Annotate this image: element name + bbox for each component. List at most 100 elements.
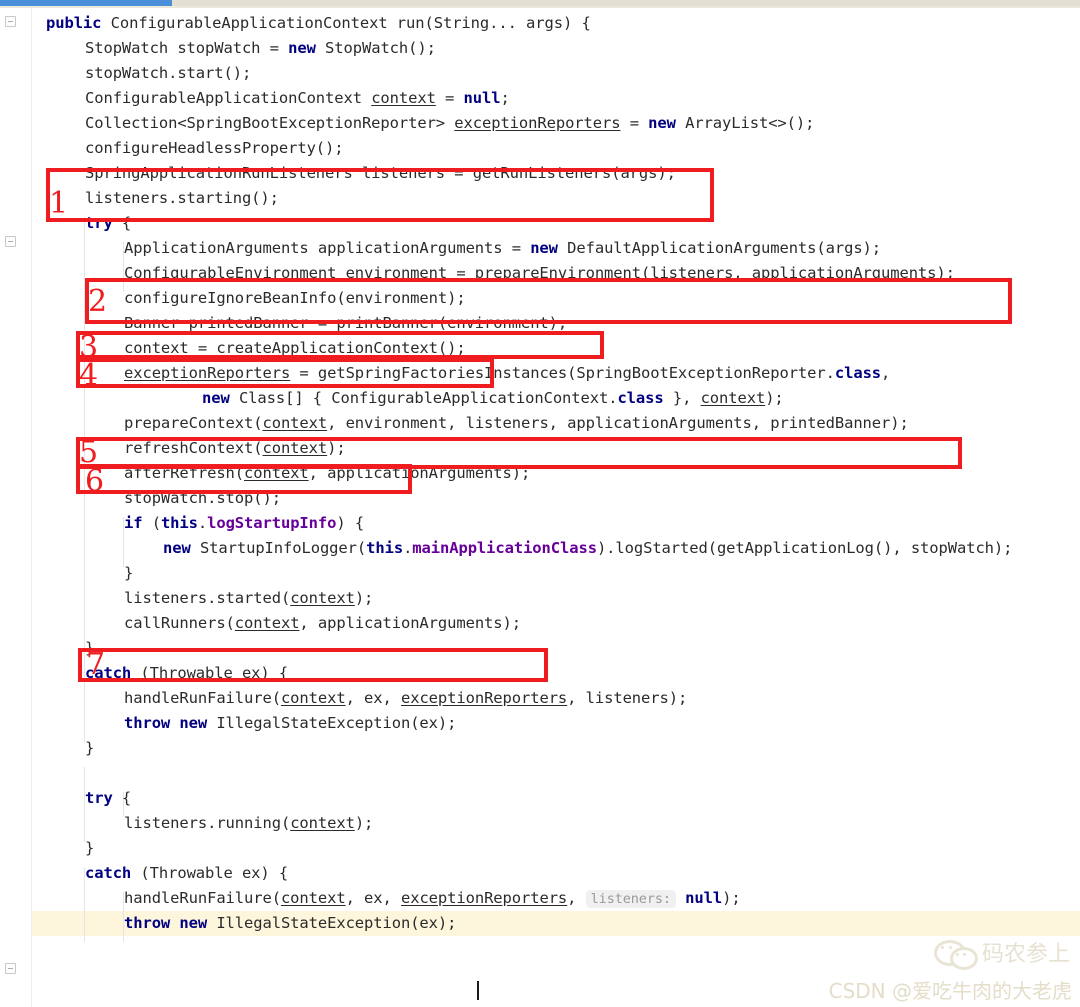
code-token: ApplicationArguments applicationArgument… [124,239,531,257]
code-line[interactable]: stopWatch.stop(); [0,486,1080,511]
code-line[interactable]: callRunners(context, applicationArgument… [0,611,1080,636]
code-token: stopWatch.stop(); [124,489,281,507]
code-line[interactable]: new Class[] { ConfigurableApplicationCon… [0,386,1080,411]
code-line[interactable]: Banner printedBanner = printBanner(envir… [0,311,1080,336]
code-token: context [700,389,766,407]
code-line[interactable]: listeners.running(context); [0,811,1080,836]
code-token: this [366,539,404,557]
code-token: try [85,214,113,232]
code-token: IllegalStateException(ex); [216,714,457,732]
code-token: ); [327,439,346,457]
code-token: , ex, [345,689,401,707]
code-token: . [403,539,413,557]
code-token: null [685,889,723,907]
code-token: DefaultApplicationArguments(args); [567,239,882,257]
code-line-text: prepareContext(context, environment, lis… [0,411,909,436]
code-line[interactable]: ApplicationArguments applicationArgument… [0,236,1080,261]
code-line[interactable]: afterRefresh(context, applicationArgumen… [0,461,1080,486]
code-line[interactable]: Collection<SpringBootExceptionReporter> … [0,111,1080,136]
code-line-text: stopWatch.stop(); [0,486,281,511]
code-token: Banner printedBanner = printBanner(envir… [124,314,568,332]
annotation-number-2: 2 [88,284,108,319]
code-line-text: ApplicationArguments applicationArgument… [0,236,881,261]
code-token: new [288,39,326,57]
code-token: ConfigurableEnvironment environment = pr… [124,264,955,282]
code-line[interactable]: configureHeadlessProperty(); [0,136,1080,161]
code-line[interactable]: catch (Throwable ex) { [0,661,1080,686]
code-token: , ex, [345,889,401,907]
code-line[interactable]: StopWatch stopWatch = new StopWatch(); [0,36,1080,61]
code-token: context [234,614,300,632]
code-line[interactable]: SpringApplicationRunListeners listeners … [0,161,1080,186]
code-line[interactable]: public ConfigurableApplicationContext ru… [0,11,1080,36]
code-token: listeners.running( [124,814,291,832]
code-token: ConfigurableApplicationContext [85,89,372,107]
code-token: ( [142,514,161,532]
code-line[interactable]: throw new IllegalStateException(ex); [0,911,1080,936]
code-line[interactable]: } [0,561,1080,586]
code-token: try [85,789,113,807]
code-line-text: StopWatch stopWatch = new StopWatch(); [0,36,436,61]
code-line[interactable]: new StartupInfoLogger(this.mainApplicati… [0,536,1080,561]
code-line[interactable]: exceptionReporters = getSpringFactoriesI… [0,361,1080,386]
code-token: context [280,889,346,907]
code-line-text: listeners.started(context); [0,586,373,611]
code-line[interactable] [0,761,1080,786]
code-token: StopWatch(); [325,39,436,57]
code-token: catch [85,864,132,882]
code-line[interactable]: catch (Throwable ex) { [0,861,1080,886]
text-caret [477,981,479,1000]
code-token: class [617,389,664,407]
code-line[interactable]: configureIgnoreBeanInfo(environment); [0,286,1080,311]
code-token: listeners.started( [124,589,291,607]
code-line[interactable]: handleRunFailure(context, ex, exceptionR… [0,686,1080,711]
code-token: StartupInfoLogger( [199,539,367,557]
code-line[interactable]: listeners.starting(); [0,186,1080,211]
code-token: StopWatch stopWatch = [85,39,289,57]
code-token: new [202,389,239,407]
code-line[interactable]: } [0,736,1080,761]
code-line[interactable]: if (this.logStartupInfo) { [0,511,1080,536]
code-line[interactable]: context = createApplicationContext(); [0,336,1080,361]
code-line[interactable]: listeners.started(context); [0,586,1080,611]
code-line[interactable]: try { [0,786,1080,811]
code-token: } [124,564,134,582]
wechat-account-name: 码农参上 [981,942,1070,967]
code-line[interactable]: ConfigurableEnvironment environment = pr… [0,261,1080,286]
code-token: , environment, listeners, applicationArg… [327,414,909,432]
code-line-text: new Class[] { ConfigurableApplicationCon… [0,386,784,411]
code-line-text: listeners.running(context); [0,811,373,836]
code-line-text: } [0,736,94,761]
code-line[interactable]: } [0,636,1080,661]
code-token: handleRunFailure( [124,889,281,907]
code-token: context [371,89,436,107]
code-token: } [85,739,95,757]
code-token: Collection<SpringBootExceptionReporter> [85,114,455,132]
code-line-text: callRunners(context, applicationArgument… [0,611,521,636]
code-line[interactable]: prepareContext(context, environment, lis… [0,411,1080,436]
code-line-text: refreshContext(context); [0,436,346,461]
code-line-text: catch (Throwable ex) { [0,861,288,886]
csdn-credit-watermark: CSDN @爱吃牛肉的大老虎 [828,979,1072,1003]
code-token: exceptionReporters [400,889,568,907]
annotation-number-4: 4 [79,358,99,393]
code-editor-surface[interactable]: public ConfigurableApplicationContext ru… [0,8,1080,1007]
code-line[interactable]: throw new IllegalStateException(ex); [0,711,1080,736]
code-line[interactable]: ConfigurableApplicationContext context =… [0,86,1080,111]
code-line[interactable]: } [0,836,1080,861]
code-token: exceptionReporters [400,689,568,707]
code-token: SpringApplicationRunListeners listeners … [85,164,676,182]
code-line[interactable]: try { [0,211,1080,236]
annotation-number-6: 6 [85,464,105,499]
code-line[interactable]: stopWatch.start(); [0,61,1080,86]
code-token: listeners.starting(); [85,189,279,207]
code-token: context [280,689,346,707]
code-token: context [290,814,355,832]
code-token: context [124,339,189,357]
code-line-text: stopWatch.start(); [0,61,251,86]
code-line[interactable]: handleRunFailure(context, ex, exceptionR… [0,886,1080,911]
code-line-text: exceptionReporters = getSpringFactoriesI… [0,361,890,386]
code-token: = createApplicationContext(); [188,339,466,357]
code-line[interactable]: refreshContext(context); [0,436,1080,461]
